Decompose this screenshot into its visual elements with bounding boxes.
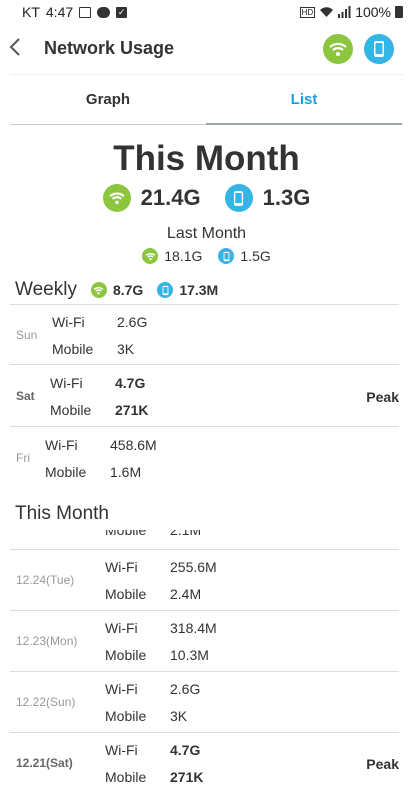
day-label: Sun — [16, 328, 38, 342]
list-item[interactable]: 12.24(Tue) Wi-Fi 255.6M Mobile 2.4M — [10, 549, 399, 611]
wifi-icon — [329, 42, 347, 56]
mobile-label: Mobile — [52, 341, 94, 357]
wifi-icon — [142, 248, 159, 264]
back-button[interactable] — [8, 36, 28, 62]
mobile-value: 271K — [115, 402, 149, 418]
mobile-value: 1.6M — [110, 464, 142, 480]
mobile-label: Mobile — [105, 769, 147, 785]
tab-list[interactable]: List — [206, 75, 402, 125]
date-label: 12.21(Sat) — [16, 756, 73, 770]
list-item[interactable]: Fri Wi-Fi 458.6M Mobile 1.6M — [10, 426, 399, 488]
wifi-value: 2.6G — [117, 314, 148, 330]
status-bar: KT 4:47 ✓ HD 100% — [0, 0, 413, 26]
phone-icon — [157, 282, 174, 298]
day-label: Fri — [16, 451, 30, 465]
wifi-value: 4.7G — [170, 742, 201, 758]
last-month-usage: 18.1G 1.5G — [0, 248, 413, 264]
page-title: Network Usage — [44, 38, 175, 58]
mobile-value: 3K — [117, 341, 135, 357]
gallery-icon — [79, 6, 92, 18]
mobile-value: 3K — [170, 708, 188, 724]
summary-usage: 21.4G 1.3G — [0, 184, 413, 212]
list-item-partial: Mobile 2.1M — [10, 530, 399, 540]
wifi-icon — [102, 184, 131, 212]
phone-icon — [224, 184, 253, 212]
month-header: This Month — [15, 503, 109, 524]
list-item[interactable]: Sun Wi-Fi 2.6G Mobile 3K — [10, 304, 399, 366]
peak-badge: Peak — [366, 389, 399, 405]
last-month-label: Last Month — [166, 225, 247, 242]
app-header: Network Usage — [0, 26, 413, 74]
clock: 4:47 — [45, 4, 74, 20]
summary-mobile-value: 1.3G — [262, 185, 311, 210]
phone-icon — [374, 41, 384, 57]
month-list[interactable]: Mobile 2.1M 12.24(Tue) Wi-Fi 255.6M Mobi… — [0, 530, 413, 800]
mobile-label: Mobile — [105, 530, 147, 538]
cell-signal-icon — [338, 6, 351, 18]
view-tabs: Graph List — [10, 75, 403, 125]
hd-icon: HD — [299, 6, 316, 18]
list-item[interactable]: 12.21(Sat) Wi-Fi 4.7G Mobile 271K Peak — [10, 732, 399, 794]
wifi-signal-icon — [320, 7, 334, 17]
carrier-label: KT — [22, 4, 40, 20]
list-item[interactable]: 12.22(Sun) Wi-Fi 2.6G Mobile 3K — [10, 671, 399, 733]
wifi-label: Wi-Fi — [52, 314, 85, 330]
tab-graph[interactable]: Graph — [10, 75, 206, 125]
wifi-value: 2.6G — [170, 681, 201, 697]
wifi-value: 318.4M — [170, 620, 217, 636]
date-label: 12.24(Tue) — [16, 573, 75, 587]
wifi-value: 255.6M — [170, 559, 217, 575]
message-icon — [97, 6, 111, 18]
last-month-wifi-value: 18.1G — [164, 248, 203, 264]
day-label: Sat — [16, 389, 35, 403]
wifi-label: Wi-Fi — [105, 742, 138, 758]
phone-icon — [218, 248, 235, 264]
wifi-icon — [90, 282, 107, 298]
battery-icon — [395, 6, 403, 18]
battery-percent: 100% — [355, 4, 391, 20]
list-item[interactable]: 12.23(Mon) Wi-Fi 318.4M Mobile 10.3M — [10, 610, 399, 672]
wifi-filter-button[interactable] — [323, 34, 353, 64]
wifi-value: 458.6M — [110, 437, 157, 453]
wifi-value: 4.7G — [115, 375, 146, 391]
wifi-label: Wi-Fi — [45, 437, 78, 453]
mobile-label: Mobile — [105, 586, 147, 602]
mobile-label: Mobile — [45, 464, 87, 480]
weekly-mobile-value: 17.3M — [179, 282, 219, 298]
arrow-left-icon — [9, 38, 20, 56]
mobile-label: Mobile — [105, 708, 147, 724]
mobile-value: 2.1M — [170, 530, 202, 538]
weekly-wifi-value: 8.7G — [112, 282, 144, 298]
mobile-value: 2.4M — [170, 586, 202, 602]
peak-badge: Peak — [366, 756, 399, 772]
summary-wifi-value: 21.4G — [140, 185, 201, 210]
date-label: 12.22(Sun) — [16, 695, 76, 709]
date-label: 12.23(Mon) — [16, 634, 78, 648]
weekly-header: Weekly 8.7G 17.3M — [15, 276, 226, 304]
mobile-label: Mobile — [105, 647, 147, 663]
summary-title: This Month — [113, 139, 300, 178]
mobile-value: 10.3M — [170, 647, 209, 663]
weekly-label: Weekly — [15, 279, 77, 300]
wifi-label: Wi-Fi — [105, 681, 138, 697]
last-month-mobile-value: 1.5G — [240, 248, 271, 264]
mobile-value: 271K — [170, 769, 204, 785]
wifi-label: Wi-Fi — [105, 620, 138, 636]
mobile-filter-button[interactable] — [364, 34, 394, 64]
mobile-label: Mobile — [50, 402, 92, 418]
wifi-label: Wi-Fi — [105, 559, 138, 575]
list-item[interactable]: Sat Wi-Fi 4.7G Mobile 271K Peak — [10, 364, 399, 426]
checkbox-notification-icon: ✓ — [116, 6, 128, 18]
wifi-label: Wi-Fi — [50, 375, 83, 391]
